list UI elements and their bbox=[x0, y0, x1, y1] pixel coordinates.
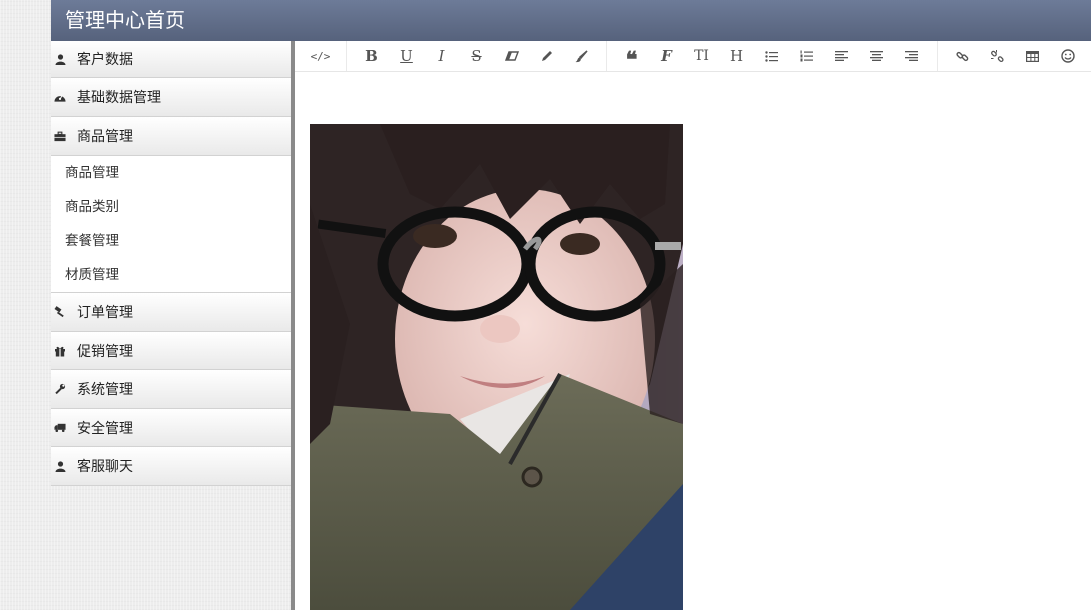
sidebar-item-label: 安全管理 bbox=[77, 420, 133, 437]
sidebar-item-promotions[interactable]: 促销管理 bbox=[51, 332, 291, 370]
page-title: 管理中心首页 bbox=[65, 8, 185, 32]
bold-icon[interactable]: B bbox=[354, 41, 389, 71]
gavel-icon bbox=[54, 306, 66, 318]
ordered-list-icon[interactable] bbox=[789, 41, 824, 71]
page-header: 管理中心首页 bbox=[51, 0, 1091, 41]
sidebar-item-label: 商品管理 bbox=[77, 129, 133, 145]
unordered-list-icon[interactable] bbox=[754, 41, 789, 71]
table-icon[interactable] bbox=[1015, 41, 1050, 71]
eraser-icon[interactable] bbox=[494, 41, 529, 71]
sidebar-item-basic-data[interactable]: 基础数据管理 bbox=[51, 78, 291, 117]
italic-icon[interactable]: I bbox=[424, 41, 459, 71]
user-icon bbox=[54, 460, 66, 472]
briefcase-icon bbox=[54, 131, 66, 142]
heading-icon[interactable]: H bbox=[719, 41, 754, 71]
sidebar-item-orders[interactable]: 订单管理 bbox=[51, 293, 291, 332]
uploaded-photo bbox=[310, 124, 683, 610]
sidebar-item-label: 促销管理 bbox=[77, 343, 133, 360]
products-submenu: 商品管理 商品类别 套餐管理 材质管理 bbox=[51, 156, 291, 293]
align-right-icon[interactable] bbox=[894, 41, 929, 71]
sidebar-item-label: 客服聊天 bbox=[77, 459, 133, 475]
smile-icon[interactable] bbox=[1050, 41, 1085, 71]
align-left-icon[interactable] bbox=[824, 41, 859, 71]
quote-icon[interactable]: ❝ bbox=[614, 41, 649, 73]
underline-icon[interactable]: U bbox=[389, 41, 424, 71]
unlink-icon[interactable] bbox=[980, 41, 1015, 71]
strikethrough-icon[interactable]: S bbox=[459, 41, 494, 71]
dashboard-icon bbox=[54, 91, 66, 103]
wrench-icon bbox=[54, 383, 66, 395]
submenu-item-material-management[interactable]: 材质管理 bbox=[51, 258, 291, 292]
sidebar-item-products[interactable]: 商品管理 bbox=[51, 117, 291, 156]
submenu-item-product-category[interactable]: 商品类别 bbox=[51, 190, 291, 224]
text-height-icon[interactable]: TI bbox=[684, 41, 719, 71]
rich-text-editor[interactable]: </> B U I S ❝ F TI H bbox=[295, 41, 1091, 610]
pencil-icon[interactable] bbox=[529, 41, 564, 71]
sidebar-item-security[interactable]: 安全管理 bbox=[51, 409, 291, 447]
sidebar-item-label: 基础数据管理 bbox=[77, 90, 161, 106]
editor-toolbar: </> B U I S ❝ F TI H bbox=[295, 41, 1091, 73]
code-icon[interactable]: </> bbox=[303, 41, 338, 71]
toolbar-separator bbox=[606, 41, 607, 71]
gift-icon bbox=[54, 345, 66, 357]
font-icon[interactable]: F bbox=[649, 41, 684, 71]
truck-icon bbox=[54, 422, 66, 433]
toolbar-separator bbox=[346, 41, 347, 71]
align-center-icon[interactable] bbox=[859, 41, 894, 71]
user-icon bbox=[54, 53, 66, 65]
sidebar-item-customer-chat[interactable]: 客服聊天 bbox=[51, 447, 291, 486]
sidebar-item-system[interactable]: 系统管理 bbox=[51, 370, 291, 409]
sidebar: 客户数据 基础数据管理 商品管理 商品管理 商品类别 套餐管理 材质管理 订单管… bbox=[51, 41, 291, 610]
sidebar-item-label: 客户数据 bbox=[77, 52, 133, 68]
sidebar-item-customer-data[interactable]: 客户数据 bbox=[51, 41, 291, 78]
submenu-item-package-management[interactable]: 套餐管理 bbox=[51, 224, 291, 258]
brush-icon[interactable] bbox=[564, 41, 599, 71]
link-icon[interactable] bbox=[945, 41, 980, 71]
sidebar-item-label: 订单管理 bbox=[77, 305, 133, 321]
submenu-item-product-management[interactable]: 商品管理 bbox=[51, 156, 291, 190]
toolbar-separator bbox=[937, 41, 938, 71]
sidebar-item-label: 系统管理 bbox=[77, 382, 133, 398]
